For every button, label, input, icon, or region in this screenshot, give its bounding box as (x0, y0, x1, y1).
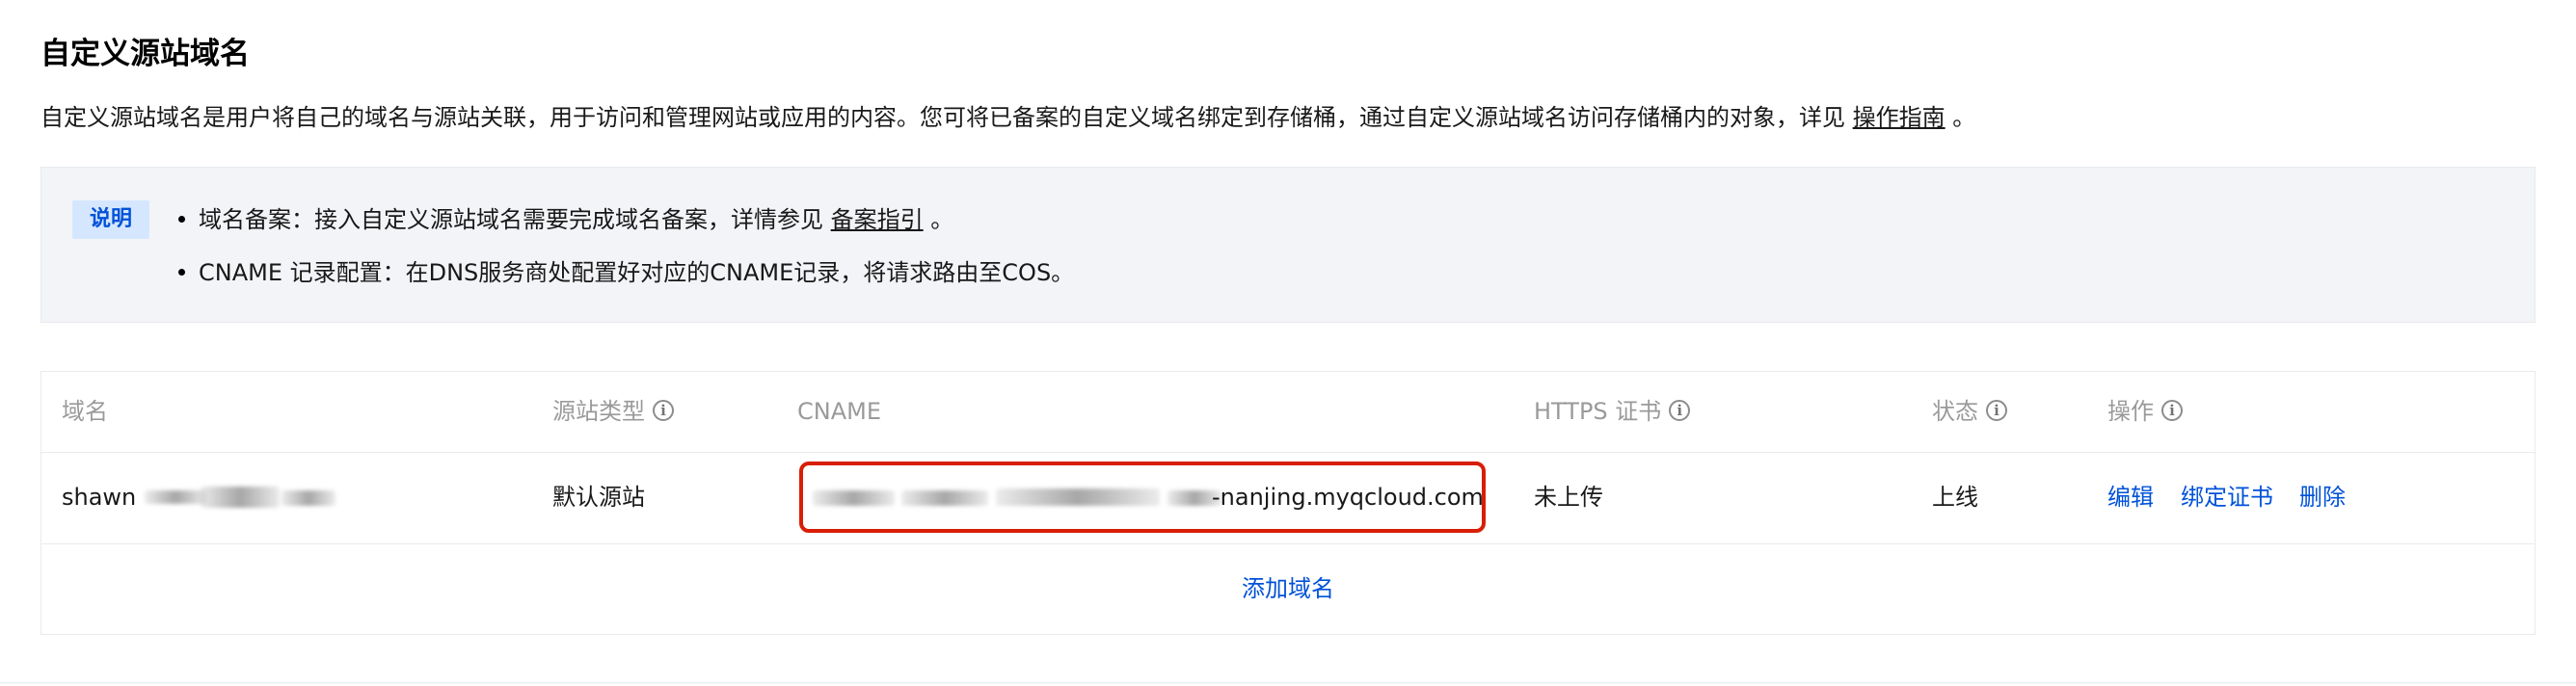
redaction-mask (201, 487, 280, 508)
domain-text: shawn (62, 484, 137, 511)
notice-item-filing: 域名备案：接入自定义源站域名需要完成域名备案，详情参见 备案指引 。 (165, 204, 953, 235)
cell-status: 上线 (1932, 484, 1978, 511)
bullet-icon (178, 216, 185, 223)
bullet-icon (178, 269, 185, 276)
filing-guide-link[interactable]: 备案指引 (831, 206, 924, 233)
description-text: 自定义源站域名是用户将自己的域名与源站关联，用于访问和管理网站或应用的内容。您可… (40, 104, 1845, 131)
table-header: 域名 源站类型 i CNAME HTTPS 证书 i 状态 i 操作 i (41, 372, 2535, 453)
column-header-origin-type: 源站类型 i (552, 372, 674, 452)
page-title: 自定义源站域名 (40, 37, 250, 71)
info-circle-icon[interactable]: i (2161, 400, 2183, 421)
cell-origin-type: 默认源站 (552, 484, 645, 511)
domain-table: 域名 源站类型 i CNAME HTTPS 证书 i 状态 i 操作 i shawn 默… (40, 371, 2536, 635)
redaction-mask (282, 490, 335, 506)
delete-link[interactable]: 删除 (2299, 452, 2346, 543)
column-header-cname: CNAME (797, 398, 881, 425)
notice-item-tail: 。 (930, 206, 954, 233)
notice-item-cname: CNAME 记录配置：在DNS服务商处配置好对应的CNAME记录，将请求路由至C… (165, 257, 1074, 288)
cell-domain: shawn (62, 452, 370, 543)
footer-divider (0, 682, 2576, 684)
page-description: 自定义源站域名是用户将自己的域名与源站关联，用于访问和管理网站或应用的内容。您可… (40, 102, 1975, 133)
notice-item-text: 域名备案：接入自定义源站域名需要完成域名备案，详情参见 (199, 206, 823, 233)
notice-item-text: CNAME 记录配置：在DNS服务商处配置好对应的CNAME记录，将请求路由至C… (199, 259, 1075, 286)
bind-certificate-link[interactable]: 绑定证书 (2181, 452, 2273, 543)
cell-https: 未上传 (1534, 484, 1603, 511)
column-header-actions: 操作 i (2107, 372, 2183, 452)
info-circle-icon[interactable]: i (1986, 400, 2007, 421)
notice-tag: 说明 (72, 200, 149, 239)
add-domain-button[interactable]: 添加域名 (41, 543, 2535, 634)
column-header-domain: 域名 (62, 398, 108, 425)
redaction-mask (145, 490, 206, 504)
column-header-https: HTTPS 证书 i (1534, 372, 1691, 452)
description-tail: 。 (1952, 104, 1976, 131)
info-circle-icon[interactable]: i (653, 400, 674, 421)
cname-highlight-frame (799, 462, 1486, 533)
operation-guide-link[interactable]: 操作指南 (1853, 104, 1945, 131)
info-circle-icon[interactable]: i (1669, 400, 1691, 421)
column-header-status: 状态 i (1932, 372, 2007, 452)
edit-link[interactable]: 编辑 (2107, 452, 2154, 543)
notice-box: 说明 域名备案：接入自定义源站域名需要完成域名备案，详情参见 备案指引 。 CN… (40, 167, 2536, 323)
